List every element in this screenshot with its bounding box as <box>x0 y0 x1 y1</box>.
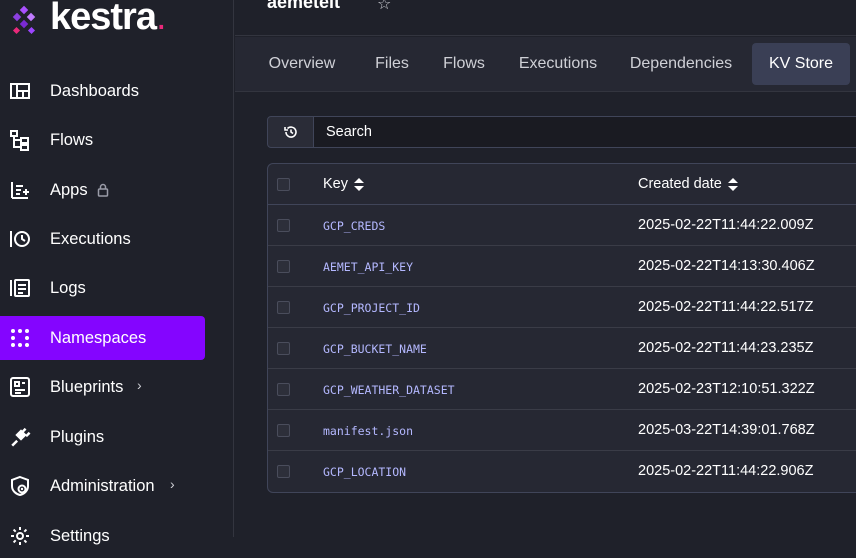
search-bar <box>267 116 856 148</box>
row-checkbox[interactable] <box>277 301 290 314</box>
page-title: aemetelt <box>267 0 341 12</box>
created-date-cell: 2025-02-23T12:10:51.322Z <box>638 381 815 397</box>
table-row[interactable]: GCP_CREDS 2025-02-22T11:44:22.009Z <box>268 205 856 246</box>
history-icon <box>283 126 297 138</box>
sidebar-item-blueprints[interactable]: Blueprints › <box>0 365 205 409</box>
blueprints-icon <box>10 377 30 397</box>
star-icon[interactable]: ☆ <box>377 0 391 14</box>
sidebar-item-apps[interactable]: Apps <box>0 168 205 212</box>
sidebar-item-label: Executions <box>50 229 131 248</box>
sidebar-item-administration[interactable]: Administration › <box>0 464 205 508</box>
row-checkbox[interactable] <box>277 219 290 232</box>
created-date-cell: 2025-02-22T11:44:22.906Z <box>638 463 814 479</box>
tab-files[interactable]: Files <box>364 43 420 85</box>
row-checkbox[interactable] <box>277 424 290 437</box>
apps-icon <box>11 182 29 199</box>
sidebar-item-label: Dashboards <box>50 81 139 100</box>
administration-icon <box>11 475 29 497</box>
sidebar-item-logs[interactable]: Logs <box>0 266 205 310</box>
chevron-right-icon: › <box>137 377 142 393</box>
dashboard-icon <box>10 83 30 99</box>
sidebar-item-plugins[interactable]: Plugins <box>0 415 205 459</box>
brand-dot: . <box>155 0 167 38</box>
created-date-cell: 2025-02-22T11:44:23.235Z <box>638 340 814 356</box>
sidebar-item-label: Flows <box>50 130 94 149</box>
sort-icon <box>354 177 364 191</box>
row-checkbox[interactable] <box>277 260 290 273</box>
key-cell[interactable]: GCP_CREDS <box>323 219 385 233</box>
flows-icon <box>10 130 29 151</box>
created-date-cell: 2025-02-22T14:13:30.406Z <box>638 258 815 274</box>
tab-executions[interactable]: Executions <box>511 43 605 85</box>
created-date-cell: 2025-03-22T14:39:01.768Z <box>638 422 815 438</box>
sidebar-item-label: Administration <box>50 476 155 495</box>
tab-dependencies[interactable]: Dependencies <box>625 43 737 85</box>
table-row[interactable]: GCP_PROJECT_ID 2025-02-22T11:44:22.517Z <box>268 287 856 328</box>
sidebar-item-settings[interactable]: Settings <box>0 514 205 558</box>
sidebar-item-dashboards[interactable]: Dashboards <box>0 69 205 113</box>
sidebar-item-flows[interactable]: Flows <box>0 118 205 162</box>
sidebar-item-executions[interactable]: Executions <box>0 217 205 261</box>
row-checkbox[interactable] <box>277 342 290 355</box>
search-input[interactable] <box>314 116 856 148</box>
history-button[interactable] <box>267 116 314 148</box>
logs-icon <box>10 279 30 297</box>
table-row[interactable]: GCP_WEATHER_DATASET 2025-02-23T12:10:51.… <box>268 369 856 410</box>
settings-icon <box>11 527 29 545</box>
select-all-checkbox[interactable] <box>277 178 290 191</box>
sidebar-item-label: Plugins <box>50 427 105 446</box>
page-header: aemetelt ☆ <box>235 0 856 36</box>
sidebar: kestra. Dashboards Flows Apps Executions… <box>0 0 234 545</box>
table-row[interactable]: AEMET_API_KEY 2025-02-22T14:13:30.406Z <box>268 246 856 287</box>
tab-overview[interactable]: Overview <box>262 43 342 85</box>
key-cell[interactable]: GCP_WEATHER_DATASET <box>323 383 455 397</box>
created-date-cell: 2025-02-22T11:44:22.517Z <box>638 299 814 315</box>
key-cell[interactable]: manifest.json <box>323 424 413 438</box>
tab-kv-store[interactable]: KV Store <box>752 43 850 85</box>
column-header-label: Key <box>323 176 348 192</box>
created-date-cell: 2025-02-22T11:44:22.009Z <box>638 217 814 233</box>
namespace-tabs: Overview Files Flows Executions Dependen… <box>235 37 856 92</box>
key-cell[interactable]: GCP_LOCATION <box>323 465 406 479</box>
kv-table: Key Created date GCP_CREDS 2025-02-22T11… <box>267 163 856 493</box>
tab-flows[interactable]: Flows <box>431 43 497 85</box>
row-checkbox[interactable] <box>277 383 290 396</box>
key-cell[interactable]: AEMET_API_KEY <box>323 260 413 274</box>
table-row[interactable]: GCP_BUCKET_NAME 2025-02-22T11:44:23.235Z <box>268 328 856 369</box>
sidebar-item-label: Settings <box>50 526 110 545</box>
table-row[interactable]: manifest.json 2025-03-22T14:39:01.768Z <box>268 410 856 451</box>
kestra-logo-icon <box>12 5 36 35</box>
sort-icon <box>727 177 738 191</box>
executions-icon <box>10 231 30 247</box>
table-header: Key Created date <box>268 164 856 205</box>
plugins-icon <box>11 427 31 447</box>
sidebar-item-label: Logs <box>50 278 86 297</box>
namespaces-icon <box>11 329 29 347</box>
column-header-created-date[interactable]: Created date <box>638 176 738 192</box>
brand-name: kestra <box>50 0 157 38</box>
kestra-logo[interactable]: kestra. <box>8 0 167 40</box>
column-header-label: Created date <box>638 176 722 192</box>
column-header-key[interactable]: Key <box>323 176 364 192</box>
lock-icon <box>97 183 109 197</box>
key-cell[interactable]: GCP_BUCKET_NAME <box>323 342 427 356</box>
sidebar-item-label: Namespaces <box>50 328 147 347</box>
sidebar-item-label: Blueprints <box>50 377 124 396</box>
table-row[interactable]: GCP_LOCATION 2025-02-22T11:44:22.906Z <box>268 451 856 492</box>
chevron-right-icon: › <box>170 476 175 492</box>
row-checkbox[interactable] <box>277 465 290 478</box>
sidebar-item-label: Apps <box>50 180 88 199</box>
sidebar-item-namespaces[interactable]: Namespaces <box>0 316 205 360</box>
key-cell[interactable]: GCP_PROJECT_ID <box>323 301 420 315</box>
